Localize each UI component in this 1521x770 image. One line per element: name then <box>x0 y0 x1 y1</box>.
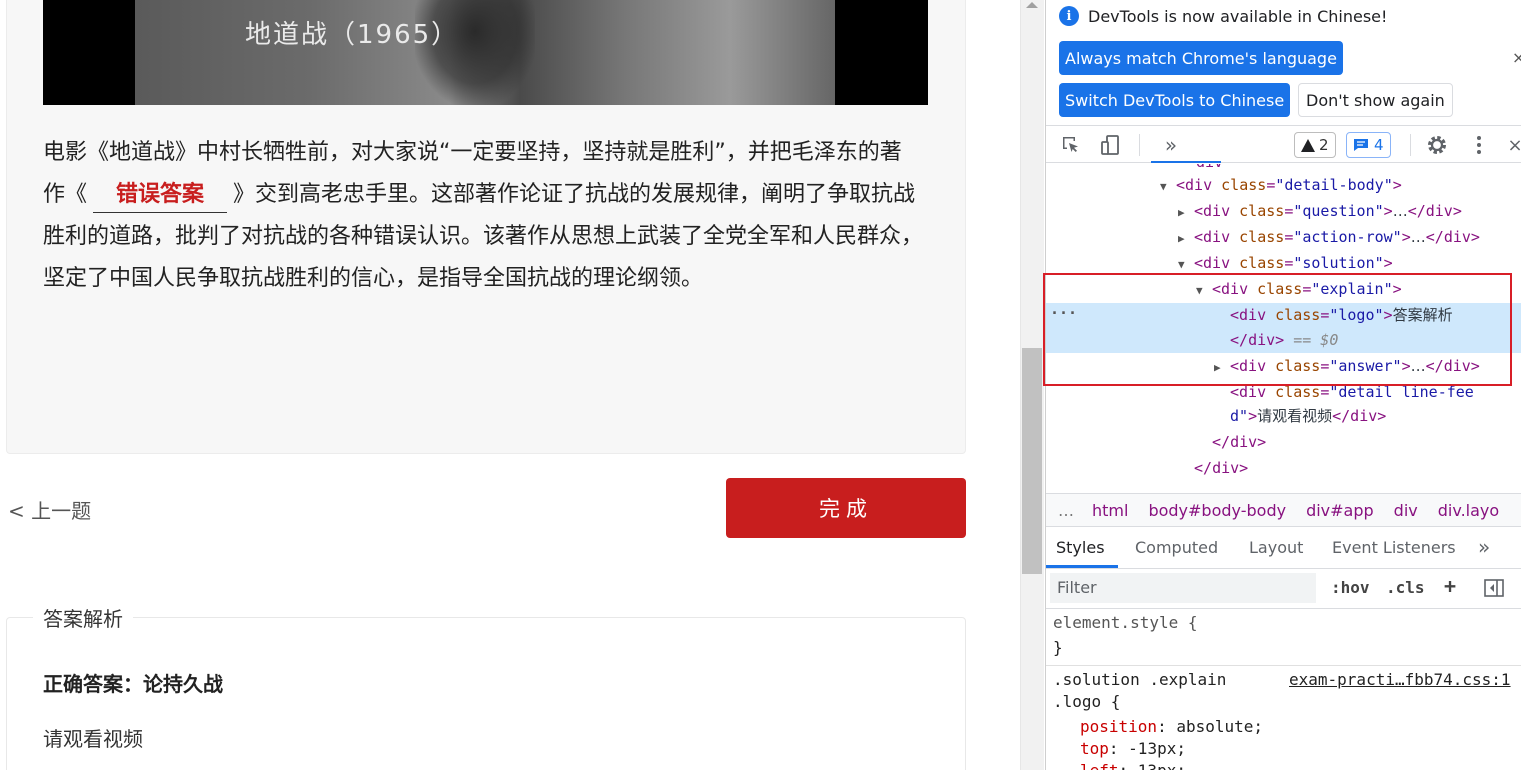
inspect-element-icon[interactable] <box>1060 134 1082 156</box>
kebab-menu-icon[interactable] <box>1468 134 1490 156</box>
tab-event-listeners[interactable]: Event Listeners <box>1332 538 1456 557</box>
css-source-link[interactable]: exam-practi…fbb74.css:1 <box>1289 669 1511 691</box>
explanation-title: 答案解析 <box>33 603 133 632</box>
element-style-selector[interactable]: element.style { <box>1053 612 1198 634</box>
class-toggle[interactable]: .cls <box>1386 578 1425 597</box>
tab-styles[interactable]: Styles <box>1056 538 1105 557</box>
toolbar-separator <box>1139 134 1140 156</box>
messages-count: 4 <box>1374 136 1384 154</box>
breadcrumb-more[interactable]: … <box>1058 501 1074 520</box>
active-tab-indicator <box>1046 565 1118 568</box>
dom-node-action-row[interactable]: ▶ <div class="action-row">…</div> <box>1178 225 1480 250</box>
answer-explanation-box: 答案解析 正确答案：论持久战 请观看视频 <box>6 603 966 770</box>
collapsed-triangle-icon[interactable]: ▶ <box>1178 226 1194 251</box>
video-caption: 地道战（1965） <box>245 20 460 50</box>
tab-layout[interactable]: Layout <box>1249 538 1303 557</box>
rule-close-brace: } <box>1053 638 1063 657</box>
answer-blank: 错误答案 <box>93 178 228 213</box>
always-match-language-button[interactable]: Always match Chrome's language <box>1059 41 1343 75</box>
dom-node-close[interactable]: </div> <box>1212 430 1266 455</box>
exam-page: 地道战（1965） 电影《地道战》中村长牺牲前，对大家说“一定要坚持，坚持就是胜… <box>0 0 1020 770</box>
collapsed-triangle-icon[interactable]: ▶ <box>1178 200 1194 225</box>
video-frame: 地道战（1965） <box>135 0 835 105</box>
toolbar-separator <box>1410 134 1411 156</box>
dom-node-detail-body[interactable]: ▼ <div class="detail-body"> <box>1160 173 1402 198</box>
video-player[interactable]: 地道战（1965） <box>43 0 928 105</box>
breadcrumb-item[interactable]: div#app <box>1306 501 1374 520</box>
page-scrollbar[interactable] <box>1020 0 1044 770</box>
breadcrumb-item[interactable]: div <box>1394 501 1418 520</box>
css-declaration[interactable]: left: 13px; <box>1080 760 1186 770</box>
correct-answer: 正确答案：论持久战 <box>43 672 223 696</box>
language-infobar: i DevTools is now available in Chinese! … <box>1046 0 1521 125</box>
done-button[interactable]: 完成 <box>726 478 966 538</box>
css-selector[interactable]: .solution .explain <box>1053 669 1226 691</box>
styles-filter-row: Filter :hov .cls + <box>1046 569 1521 609</box>
tab-computed[interactable]: Computed <box>1135 538 1218 557</box>
styles-rules: element.style { } .solution .explain exa… <box>1046 609 1521 770</box>
styles-filter-input[interactable]: Filter <box>1050 573 1316 603</box>
scrollbar-thumb[interactable] <box>1022 348 1042 574</box>
close-icon[interactable]: × <box>1512 48 1521 67</box>
active-tab-indicator <box>1151 161 1221 163</box>
css-declaration[interactable]: top: -13px; <box>1080 738 1186 760</box>
dont-show-again-button[interactable]: Don't show again <box>1298 83 1453 117</box>
close-devtools-icon[interactable]: × <box>1504 134 1521 156</box>
hover-state-toggle[interactable]: :hov <box>1331 578 1370 597</box>
infobar-message: DevTools is now available in Chinese! <box>1088 7 1388 26</box>
device-toolbar-icon[interactable] <box>1099 134 1121 156</box>
css-selector[interactable]: .logo { <box>1053 691 1120 713</box>
dom-node-close[interactable]: </div> <box>1194 456 1248 481</box>
question-text: 电影《地道战》中村长牺牲前，对大家说“一定要坚持，坚持就是胜利”，并把毛泽东的著… <box>43 132 923 300</box>
warning-icon <box>1301 138 1315 152</box>
new-rule-plus-icon[interactable]: + <box>1444 574 1456 598</box>
settings-gear-icon[interactable] <box>1426 134 1448 156</box>
css-declaration[interactable]: position: absolute; <box>1080 716 1263 738</box>
switch-to-chinese-button[interactable]: Switch DevTools to Chinese <box>1059 83 1291 117</box>
warnings-badge[interactable]: 2 <box>1294 132 1336 158</box>
more-tabs-icon[interactable]: » <box>1478 535 1490 559</box>
dom-node-detail-line-feed-cont[interactable]: d">请观看视频</div> <box>1230 404 1386 429</box>
info-icon: i <box>1059 6 1079 26</box>
breadcrumb-item[interactable]: body#body-body <box>1148 501 1286 520</box>
rule-separator <box>1046 665 1521 666</box>
scroll-up-arrow-icon[interactable] <box>1026 2 1038 8</box>
styles-tabbar: Styles Computed Layout Event Listeners » <box>1046 527 1521 569</box>
warnings-count: 2 <box>1319 136 1329 154</box>
explanation-detail: 请观看视频 <box>43 727 143 751</box>
devtools-toolbar: » 2 4 × <box>1046 125 1521 163</box>
messages-badge[interactable]: 4 <box>1346 132 1391 158</box>
more-tabs-icon[interactable]: » <box>1160 133 1182 157</box>
breadcrumb-item[interactable]: div.layo <box>1438 501 1499 520</box>
previous-question-link[interactable]: < 上一题 <box>8 495 91 524</box>
expanded-triangle-icon[interactable]: ▼ <box>1160 174 1176 199</box>
message-icon <box>1354 139 1368 151</box>
dom-node-question[interactable]: ▶ <div class="question">…</div> <box>1178 199 1462 224</box>
toggle-sidebar-icon[interactable] <box>1483 577 1505 599</box>
annotation-highlight-box <box>1043 273 1512 386</box>
dom-breadcrumb: … html body#body-body div#app div div.la… <box>1046 493 1521 527</box>
breadcrumb-item[interactable]: html <box>1092 501 1128 520</box>
